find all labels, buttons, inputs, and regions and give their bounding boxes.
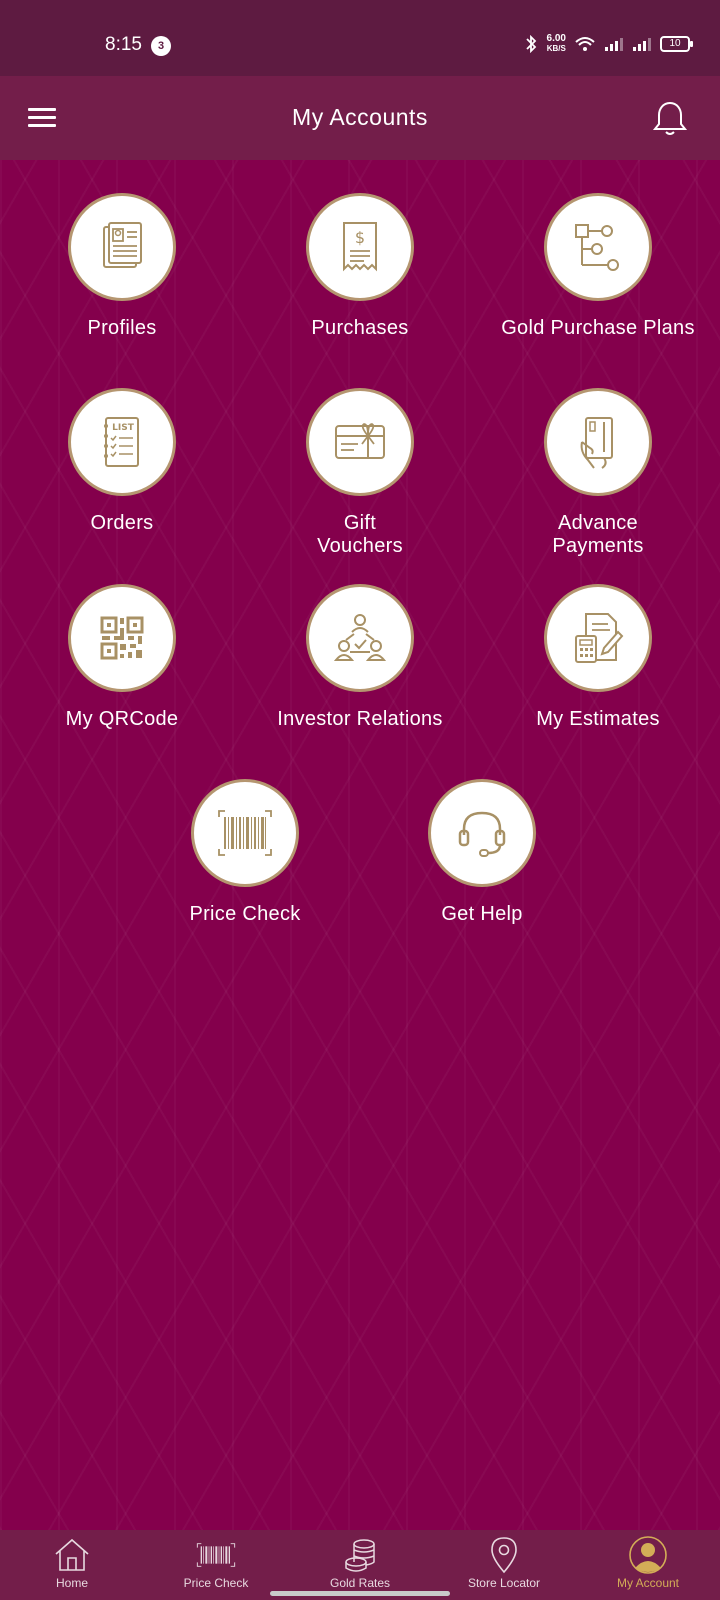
net-speed-unit: KB/S — [546, 44, 566, 53]
order-list-icon: LIST — [104, 417, 139, 467]
grid-item-label: Profiles — [87, 317, 157, 339]
grid-item-investor-relations[interactable]: Investor Relations — [240, 584, 480, 731]
page-title: My Accounts — [292, 104, 428, 130]
svg-text:$: $ — [355, 228, 365, 247]
nav-icon-wrap — [576, 1536, 720, 1574]
grid-item-label: Get Help — [441, 903, 523, 925]
status-bar: 8:15 3 6.00 KB/S 10 — [0, 0, 720, 76]
wifi-icon — [575, 37, 595, 51]
grid-item-label: Orders — [90, 512, 154, 534]
status-icons: 6.00 KB/S 10 — [523, 34, 693, 54]
gift-voucher-icon — [335, 423, 385, 459]
svg-text:LIST: LIST — [112, 423, 135, 433]
purchases-circle: $ — [306, 193, 414, 301]
qr-code-icon — [100, 616, 144, 660]
nav-label: Store Locator — [467, 1576, 541, 1590]
bluetooth-icon — [525, 35, 536, 53]
barcode-icon — [218, 810, 272, 856]
gold-plans-circle — [544, 193, 652, 301]
grid-item-label: Advance Payments — [552, 512, 644, 557]
grid-item-gold-purchase-plans[interactable]: Gold Purchase Plans — [478, 193, 718, 340]
grid-item-label: My QRCode — [65, 708, 179, 730]
orders-circle: LIST — [68, 388, 176, 496]
qrcode-circle — [68, 584, 176, 692]
investor-network-icon — [333, 614, 387, 661]
bell-icon[interactable] — [650, 98, 690, 138]
battery-indicator: 10 — [660, 36, 693, 52]
grid-item-my-qrcode[interactable]: My QRCode — [2, 584, 242, 731]
coins-stack-icon — [345, 1539, 375, 1572]
profiles-circle — [68, 193, 176, 301]
grid-item-advance-payments[interactable]: Advance Payments — [478, 388, 718, 558]
investor-relations-circle — [306, 584, 414, 692]
barcode-icon — [196, 1543, 236, 1567]
advance-payments-circle — [544, 388, 652, 496]
nav-item-price-check[interactable]: Price Check — [144, 1530, 288, 1600]
grid-item-profiles[interactable]: Profiles — [2, 193, 242, 340]
grid-item-my-estimates[interactable]: My Estimates — [478, 584, 718, 731]
nav-icon-wrap — [144, 1536, 288, 1574]
nav-label: Price Check — [183, 1576, 249, 1590]
nav-item-store-locator[interactable]: Store Locator — [432, 1530, 576, 1600]
bottom-navigation: Home Price Check Gold Rates Store Locato… — [0, 1530, 720, 1600]
estimates-circle — [544, 584, 652, 692]
nav-label: Home — [55, 1576, 88, 1590]
get-help-circle — [428, 779, 536, 887]
grid-item-purchases[interactable]: $ Purchases — [240, 193, 480, 340]
grid-item-get-help[interactable]: Get Help — [362, 779, 602, 926]
grid-item-label: Price Check — [189, 903, 301, 925]
grid-item-label: Purchases — [311, 317, 409, 339]
nav-item-my-account[interactable]: My Account — [576, 1530, 720, 1600]
home-icon — [55, 1538, 89, 1571]
signal-icon — [605, 38, 623, 51]
nav-icon-wrap — [432, 1536, 576, 1574]
status-time: 8:15 — [105, 34, 142, 55]
calculator-document-icon — [575, 613, 624, 663]
grid-item-label: Gift Vouchers — [317, 512, 403, 557]
nav-label: Gold Rates — [329, 1576, 391, 1590]
gift-vouchers-circle — [306, 388, 414, 496]
grid-item-label: Gold Purchase Plans — [501, 317, 695, 339]
nav-item-home[interactable]: Home — [0, 1530, 144, 1600]
flow-plan-icon — [575, 224, 619, 271]
grid-item-label: Investor Relations — [277, 708, 443, 730]
grid-item-label: My Estimates — [536, 708, 660, 730]
grid-item-orders[interactable]: LIST Orders — [2, 388, 242, 535]
home-indicator — [270, 1591, 450, 1596]
nav-label: My Account — [616, 1576, 680, 1590]
map-pin-icon — [491, 1537, 517, 1574]
receipt-dollar-icon: $ — [343, 222, 377, 272]
signal-icon-2 — [633, 38, 651, 51]
account-avatar-icon — [629, 1536, 667, 1574]
network-speed: 6.00 KB/S — [547, 34, 566, 54]
nav-icon-wrap — [288, 1536, 432, 1574]
headset-icon — [458, 811, 506, 857]
app-header: My Accounts — [0, 76, 720, 160]
notification-count-badge: 3 — [151, 36, 171, 56]
price-check-circle — [191, 779, 299, 887]
profile-document-icon — [103, 222, 142, 268]
nav-item-gold-rates[interactable]: Gold Rates — [288, 1530, 432, 1600]
card-payment-icon — [580, 417, 613, 469]
grid-item-price-check[interactable]: Price Check — [125, 779, 365, 926]
grid-item-gift-vouchers[interactable]: Gift Vouchers — [240, 388, 480, 558]
nav-icon-wrap — [0, 1536, 144, 1574]
net-speed-value: 6.00 — [546, 33, 566, 44]
